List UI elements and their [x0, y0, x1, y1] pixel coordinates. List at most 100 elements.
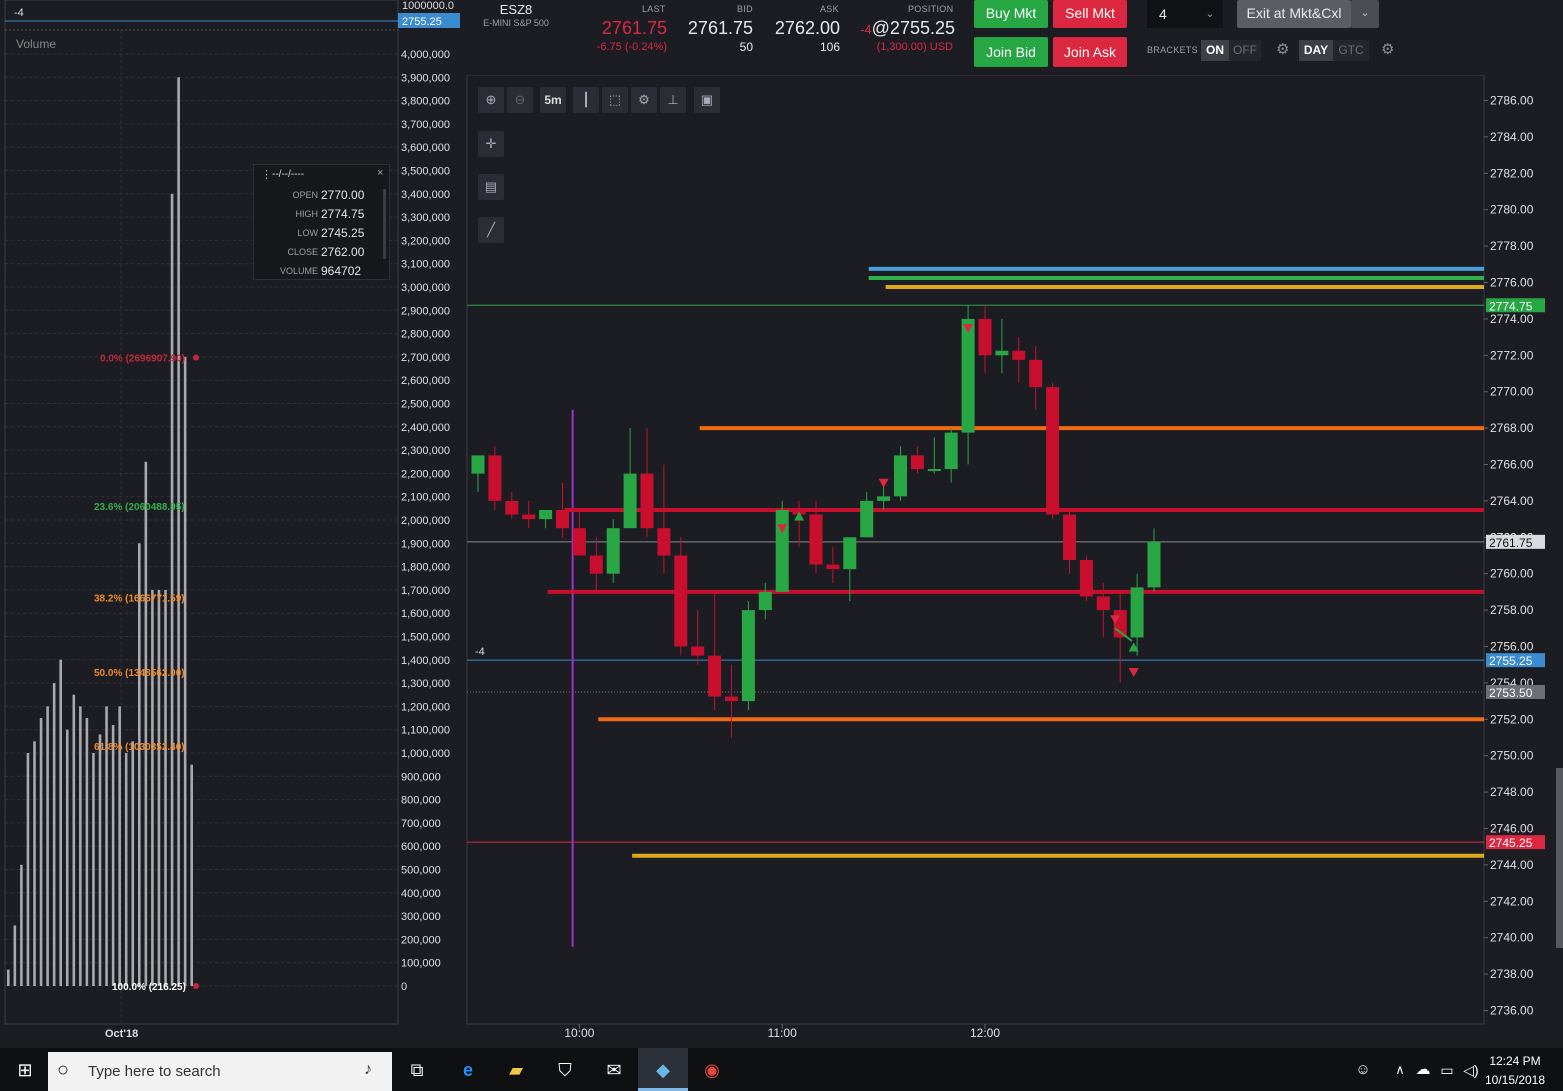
ohlc-value: 2774.75 — [321, 207, 365, 221]
position-pnl: (1,300.00) USD — [876, 41, 953, 53]
scrollbar[interactable] — [383, 189, 386, 259]
join-bid-button[interactable]: Join Bid — [974, 37, 1048, 67]
chrome-icon[interactable]: ◉ — [699, 1058, 725, 1082]
zoom-in-icon[interactable]: ⊕ — [478, 87, 504, 113]
y-tick-label: 2784.00 — [1490, 130, 1534, 144]
y-tick-label: 2,900,000 — [401, 305, 450, 317]
ask-price: 2762.00 — [774, 18, 840, 38]
brackets-on-toggle[interactable]: ON — [1201, 40, 1229, 61]
candle-body — [978, 318, 992, 356]
candle-body — [572, 528, 586, 556]
y-tick-label: 3,400,000 — [401, 189, 450, 201]
drag-handle-icon[interactable]: ⋮ — [261, 168, 272, 181]
store-icon[interactable]: ⛉ — [552, 1058, 578, 1082]
tif-gtc-toggle[interactable]: GTC — [1333, 40, 1369, 61]
volume-bar — [26, 753, 30, 986]
y-tick-label: 1,000,000 — [401, 748, 450, 760]
close-icon[interactable]: × — [377, 167, 383, 179]
date-label: Oct'18 — [105, 1028, 138, 1040]
windows-taskbar: ⊞ ○ Type here to search ♪ ⧉ e ▰ ⛉ ✉ ◆ ◉ … — [0, 1048, 1563, 1091]
layout-icon[interactable]: ▣ — [694, 87, 720, 113]
search-placeholder: Type here to search — [88, 1063, 221, 1080]
candle-body — [775, 510, 789, 592]
fib-anchor — [193, 983, 199, 989]
candle-body — [1063, 514, 1076, 561]
ohlc-key: VOLUME — [279, 266, 318, 276]
y-tick-label: 2774.00 — [1490, 312, 1534, 326]
y-tick-label: 2,100,000 — [401, 492, 450, 504]
candle-body — [556, 510, 569, 529]
y-tick-label: 200,000 — [401, 934, 441, 946]
interval-selector[interactable]: 5m — [540, 87, 566, 113]
zoom-out-icon[interactable]: ⊖ — [507, 87, 533, 113]
tif-day-toggle[interactable]: DAY — [1299, 40, 1333, 61]
clock-time[interactable]: 12:24 PM — [1480, 1054, 1550, 1068]
x-tick-label: 11:00 — [768, 1026, 797, 1040]
price-chart[interactable]: 2786.00 2784.00 2782.00 2780.00 2778.00 2776.… — [461, 75, 1563, 1048]
sell-market-button[interactable]: Sell Mkt — [1053, 0, 1127, 28]
people-icon[interactable]: ☺ — [1350, 1058, 1376, 1082]
exit-dropdown-chevron-icon[interactable]: ⌄ — [1351, 0, 1379, 28]
y-tick-label: 900,000 — [401, 771, 441, 783]
y-tick-label: 2,800,000 — [401, 329, 450, 341]
clock-date[interactable]: 10/15/2018 — [1480, 1073, 1550, 1087]
candle-body — [877, 496, 891, 501]
task-view-icon[interactable]: ⧉ — [404, 1058, 430, 1082]
candle-body — [1079, 560, 1093, 597]
microphone-icon[interactable]: ♪ — [364, 1061, 372, 1079]
y-tick-label: 1,100,000 — [401, 725, 450, 737]
onedrive-cloud-icon[interactable]: ☁ — [1410, 1058, 1436, 1082]
y-tick-label: 2740.00 — [1490, 931, 1534, 945]
crosshair-icon[interactable]: ✛ — [478, 131, 504, 157]
file-explorer-icon[interactable]: ▰ — [503, 1058, 529, 1082]
candle-body — [910, 455, 924, 470]
volume-bar — [46, 706, 49, 986]
y-tick-label: 2756.00 — [1490, 640, 1534, 654]
price-tag: 2774.75 — [1489, 299, 1533, 313]
y-tick-label: 0 — [401, 981, 407, 993]
candle-body — [860, 500, 874, 538]
y-tick-label: 1,400,000 — [401, 655, 450, 667]
ohlc-info-panel: ⋮ --/--/---- × OPEN 2770.00 HIGH 2774.75 LOW… — [253, 164, 390, 280]
candle-body — [826, 564, 840, 570]
ohlc-value: 2770.00 — [321, 188, 365, 202]
taskbar-search-box[interactable]: ○ Type here to search ♪ — [48, 1052, 392, 1091]
position-marker: -4 — [475, 646, 485, 658]
y-tick-label: 1,600,000 — [401, 608, 450, 620]
position-label: POSITION — [908, 4, 954, 14]
candle-body — [488, 455, 502, 501]
windows-start-icon[interactable]: ⊞ — [12, 1058, 38, 1082]
trading-app-icon[interactable]: ◆ — [650, 1058, 676, 1082]
draw-line-icon[interactable]: ╱ — [478, 217, 504, 243]
mail-icon[interactable]: ✉ — [601, 1058, 627, 1082]
tif-settings-gear-icon[interactable]: ⚙ — [1381, 40, 1394, 58]
fib-level-label: 61.8% (1030352.40) — [94, 742, 185, 753]
y-tick-label: 2,200,000 — [401, 468, 450, 480]
volume-bar — [177, 77, 180, 987]
join-ask-button[interactable]: Join Ask — [1053, 37, 1127, 67]
chart-settings-gear-icon[interactable]: ⚙ — [631, 87, 657, 113]
volume-bar — [59, 659, 62, 986]
position: -4@2755.25 — [857, 18, 955, 39]
exit-at-market-cancel-button[interactable]: Exit at Mkt&Cxl — [1237, 0, 1351, 28]
selection-box-icon[interactable]: ⬚ — [602, 87, 628, 113]
candle-body — [927, 469, 941, 472]
bracket-settings-gear-icon[interactable]: ⚙ — [1276, 40, 1289, 58]
volume-bar — [144, 461, 148, 986]
ohlc-row-close: CLOSE 2762.00 — [254, 243, 378, 261]
y-tick-label: 4,000,000 — [401, 49, 450, 61]
brackets-off-toggle[interactable]: OFF — [1229, 40, 1261, 61]
volume-bar — [33, 741, 36, 986]
candle-type-icon[interactable]: ┃ — [573, 87, 599, 113]
candle-body — [995, 350, 1009, 356]
quantity-input[interactable]: 4 — [1147, 0, 1197, 28]
quantity-dropdown-chevron-icon[interactable]: ⌄ — [1197, 0, 1223, 28]
notes-icon[interactable]: ▤ — [478, 174, 504, 200]
edge-browser-icon[interactable]: e — [455, 1058, 481, 1082]
network-icon[interactable]: ▭ — [1434, 1058, 1460, 1082]
buy-market-button[interactable]: Buy Mkt — [974, 0, 1048, 28]
indicators-icon[interactable]: ⊥ — [660, 87, 686, 113]
y-tick-label: 2752.00 — [1490, 712, 1534, 726]
y-tick-label: 2742.00 — [1490, 894, 1534, 908]
symbol-box[interactable]: ESZ8 E-MINI S&P 500 — [461, 0, 571, 75]
